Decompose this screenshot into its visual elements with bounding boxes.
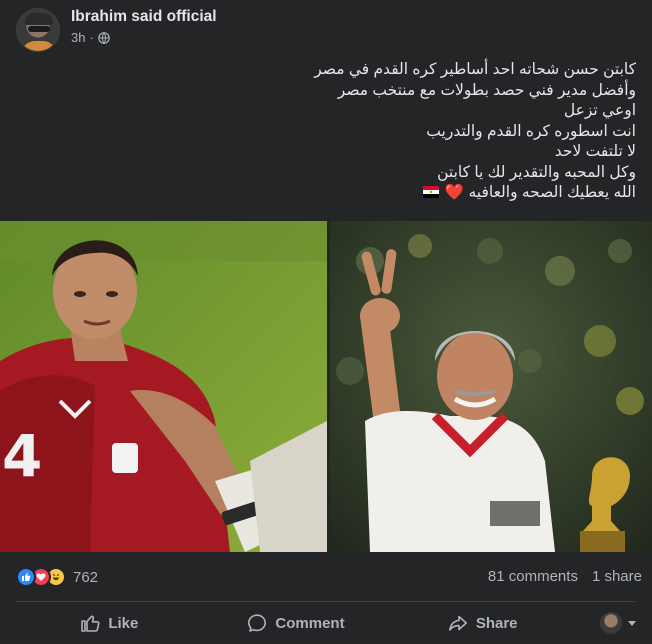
post-text-line: الله يعطيك الصحه والعافيه bbox=[468, 184, 636, 201]
share-arrow-icon bbox=[448, 615, 467, 631]
author-avatar[interactable] bbox=[16, 8, 60, 52]
post-images: 4 bbox=[0, 221, 652, 552]
comment-label: Comment bbox=[275, 614, 345, 632]
comments-count-link[interactable]: 81 comments bbox=[488, 568, 578, 585]
post-text: كابتن حسن شحاته احد أساطير كره القدم في … bbox=[36, 60, 636, 204]
thumbs-up-icon bbox=[81, 615, 100, 632]
post-text-line: وأفضل مدير فني حصد بطولات مع منتخب مصر bbox=[337, 81, 636, 99]
svg-text:4: 4 bbox=[2, 422, 42, 490]
comment-button[interactable]: Comment bbox=[203, 603, 390, 643]
coach-victory-sign-photo[interactable] bbox=[330, 221, 652, 552]
like-label: Like bbox=[108, 614, 139, 632]
react-as-selector[interactable] bbox=[576, 603, 637, 643]
share-label: Share bbox=[475, 614, 518, 632]
actions-divider bbox=[16, 601, 636, 602]
post-text-line: انت اسطوره كره القدم والتدريب bbox=[426, 122, 636, 140]
player-in-red-jersey-photo[interactable]: 4 bbox=[0, 221, 327, 552]
current-user-avatar bbox=[600, 612, 623, 634]
meta-separator: · bbox=[89, 30, 94, 45]
post-text-last-line: الله يعطيك الصحه والعافيه ❤️ bbox=[36, 183, 636, 204]
feed-post: Ibrahim said official 3h · كابتن حسن شحا… bbox=[0, 0, 652, 644]
like-reaction-icon bbox=[16, 567, 36, 587]
post-text-line: لا تلتفت لاحد bbox=[554, 143, 636, 160]
globe-icon bbox=[98, 31, 110, 44]
reaction-count: 762 bbox=[73, 568, 99, 586]
author-name[interactable]: Ibrahim said official bbox=[71, 8, 217, 26]
post-time[interactable]: 3h bbox=[71, 30, 85, 45]
like-button[interactable]: Like bbox=[16, 603, 203, 643]
egypt-flag-icon bbox=[422, 186, 439, 198]
heart-emoji: ❤️ bbox=[444, 184, 465, 201]
chevron-down-icon bbox=[628, 620, 637, 626]
post-action-bar: Like Comment Share bbox=[16, 603, 637, 643]
post-header: Ibrahim said official 3h · bbox=[16, 6, 636, 54]
post-text-line: كابتن حسن شحاته احد أساطير كره القدم في … bbox=[314, 61, 636, 78]
post-text-line: اوعي تزعل bbox=[563, 102, 636, 119]
post-meta: 3h · bbox=[71, 30, 110, 45]
comment-bubble-icon bbox=[248, 614, 267, 632]
post-text-line: وكل المحبه والتقدير لك يا كابتن bbox=[437, 163, 636, 181]
post-stats: 81 comments 1 share bbox=[488, 568, 642, 585]
shares-count-link[interactable]: 1 share bbox=[592, 568, 642, 585]
share-button[interactable]: Share bbox=[389, 603, 576, 643]
reactions-summary[interactable]: 762 bbox=[16, 566, 98, 588]
